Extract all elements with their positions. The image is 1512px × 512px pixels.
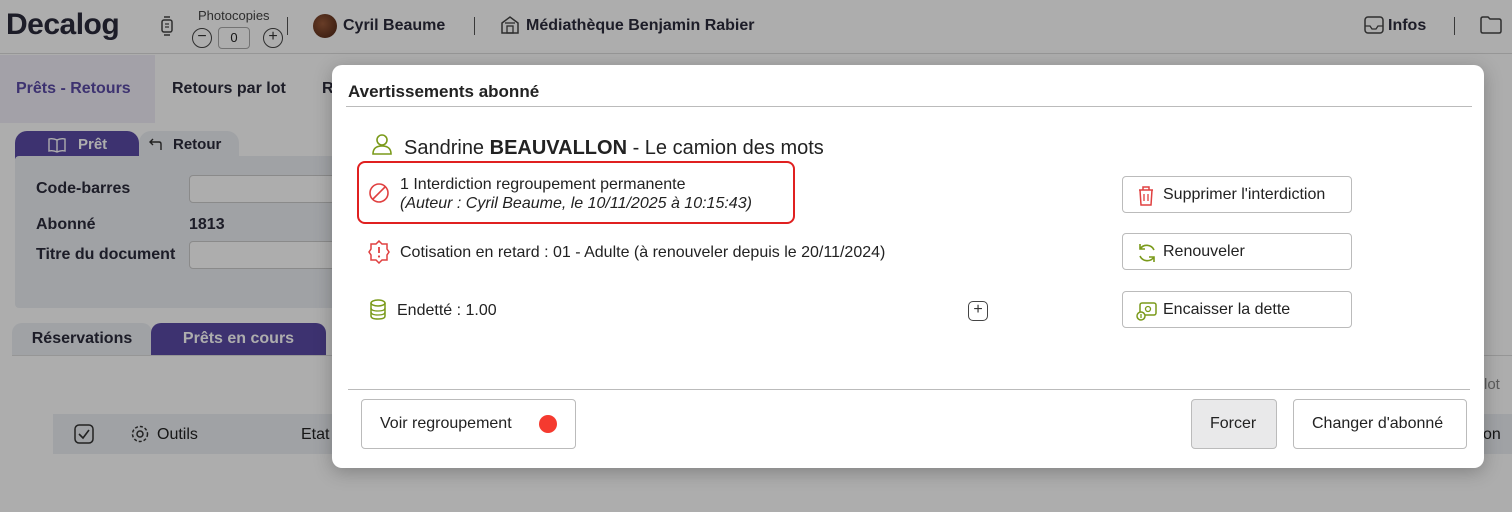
changer-label: Changer d'abonné <box>1312 415 1444 432</box>
interdiction-author: (Auteur : Cyril Beaume, le 10/11/2025 à … <box>400 195 752 212</box>
divider <box>348 389 1470 390</box>
coins-icon <box>370 299 386 320</box>
cash-icon <box>1136 302 1157 321</box>
forcer-button[interactable]: Forcer <box>1191 399 1277 449</box>
patron-last-name: BEAUVALLON <box>489 137 628 159</box>
voir-label: Voir regroupement <box>380 415 512 432</box>
renouveler-label: Renouveler <box>1163 243 1245 260</box>
cotisation-text: Cotisation en retard : 01 - Adulte (à re… <box>400 244 886 261</box>
expand-debt-button[interactable]: + <box>968 301 988 321</box>
patron-warnings-dialog: Avertissements abonné Sandrine BEAUVALLO… <box>332 65 1484 468</box>
patron-name: Sandrine BEAUVALLON - Le camion des mots <box>404 137 824 160</box>
user-icon <box>372 134 392 155</box>
changer-abonne-button[interactable]: Changer d'abonné <box>1293 399 1467 449</box>
alert-badge-icon <box>368 240 390 264</box>
dette-text: Endetté : 1.00 <box>397 302 497 319</box>
trash-icon <box>1139 186 1153 206</box>
dialog-title: Avertissements abonné <box>348 82 540 101</box>
refresh-icon <box>1139 244 1155 262</box>
prohibited-icon <box>369 183 389 203</box>
supprimer-label: Supprimer l'interdiction <box>1163 186 1326 203</box>
supprimer-interdiction-button[interactable]: Supprimer l'interdiction <box>1122 176 1352 213</box>
patron-group: - Le camion des mots <box>627 137 824 159</box>
voir-regroupement-button[interactable]: Voir regroupement <box>361 399 576 449</box>
encaisser-dette-button[interactable]: Encaisser la dette <box>1122 291 1352 328</box>
renouveler-button[interactable]: Renouveler <box>1122 233 1352 270</box>
encaisser-label: Encaisser la dette <box>1163 301 1291 318</box>
divider <box>346 106 1472 107</box>
patron-first-name: Sandrine <box>404 137 485 159</box>
status-dot <box>539 415 557 433</box>
interdiction-text: 1 Interdiction regroupement permanente <box>400 176 686 193</box>
forcer-label: Forcer <box>1210 415 1257 432</box>
